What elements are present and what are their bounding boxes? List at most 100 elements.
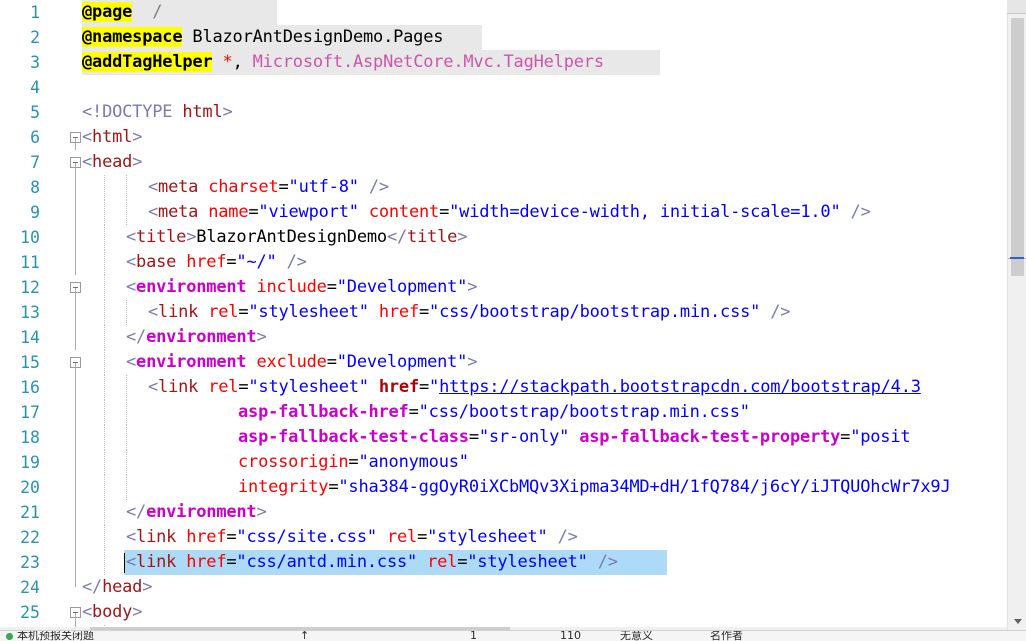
outlining-column[interactable] [68,350,82,375]
code-line[interactable]: 11 <base href="~/" /> [0,250,1007,275]
code-line[interactable]: 24 </head> [0,575,1007,600]
code-token: base [136,252,187,272]
code-line[interactable]: 17 asp-fallback-href="css/bootstrap/boots… [0,400,1007,425]
outlining-column[interactable] [68,125,82,150]
line-number: 3 [30,53,40,72]
outlining-column[interactable] [68,300,82,325]
code-line[interactable]: 18 asp-fallback-test-class="sr-only" asp-… [0,425,1007,450]
code-line[interactable]: 25 <body> [0,600,1007,625]
scroll-down-button[interactable] [1008,613,1026,630]
outlining-column[interactable] [68,25,82,50]
code-line[interactable]: 15 <environment exclude="Development"> [0,350,1007,375]
code-token: https://stackpath.bootstrapcdn.com/boots… [439,377,921,397]
code-text[interactable]: <meta charset="utf-8" /> [148,175,389,200]
code-text[interactable]: <html> [82,125,142,150]
code-line[interactable]: 16 <link rel="stylesheet" href="https://s… [0,375,1007,400]
outlining-column[interactable] [68,500,82,525]
code-line[interactable]: 20 integrity="sha384-ggOyR0iXCbMQv3Xipma3… [0,475,1007,500]
code-token: "css/antd.min.css" [236,552,418,572]
code-line[interactable]: 1 @page / [0,0,1007,25]
code-text[interactable]: <link rel="stylesheet" href="https://sta… [148,375,921,400]
outlining-column[interactable] [68,275,82,300]
code-line[interactable]: 2 @namespace BlazorAntDesignDemo.Pages [0,25,1007,50]
code-line[interactable]: 3 @addTagHelper *, Microsoft.AspNetCore.M… [0,50,1007,75]
outlining-column[interactable] [68,375,82,400]
code-text[interactable]: </environment> [126,500,267,525]
outlining-column[interactable] [68,575,82,600]
code-text[interactable]: @page / [82,0,163,25]
code-line[interactable]: 10 <title>BlazorAntDesignDemo</title> [0,225,1007,250]
outlining-column[interactable] [68,175,82,200]
line-number: 17 [20,403,40,422]
code-token: = [348,452,359,472]
vertical-scrollbar[interactable] [1007,0,1026,641]
code-text[interactable]: integrity="sha384-ggOyR0iXCbMQv3Xipma34M… [238,475,951,500]
code-text[interactable]: <link rel="stylesheet" href="css/bootstr… [148,300,791,325]
code-text[interactable]: </head> [82,575,152,600]
outlining-column[interactable] [68,50,82,75]
outlining-column[interactable] [68,225,82,250]
code-line[interactable]: 21 </environment> [0,500,1007,525]
code-text[interactable]: <head> [82,150,142,175]
code-line[interactable]: 8 <meta charset="utf-8" /> [0,175,1007,200]
outlining-column[interactable] [68,475,82,500]
code-token: asp-fallback-test-class [238,427,469,447]
outlining-column[interactable] [68,250,82,275]
code-text[interactable]: <environment include="Development"> [126,275,477,300]
outlining-column[interactable] [68,150,82,175]
outlining-column[interactable] [68,200,82,225]
code-text[interactable]: @namespace BlazorAntDesignDemo.Pages [82,25,443,50]
line-number: 21 [20,503,40,522]
outlining-column[interactable] [68,75,82,100]
editor-split-handle[interactable] [1007,0,1026,14]
code-token: /> [557,527,578,547]
outlining-column[interactable] [68,425,82,450]
code-token: meta [158,202,209,222]
line-number: 2 [30,28,40,47]
code-text[interactable]: @addTagHelper *, Microsoft.AspNetCore.Mv… [82,50,604,75]
outlining-column[interactable] [68,0,82,25]
code-line[interactable]: 4 [0,75,1007,100]
status-item-3: 110 [560,630,581,641]
code-text[interactable]: </environment> [126,325,267,350]
code-line[interactable]: 7 <head> [0,150,1007,175]
code-text[interactable]: <meta name="viewport" content="width=dev… [148,200,871,225]
outlining-column[interactable] [68,525,82,550]
code-text[interactable]: asp-fallback-test-class="sr-only" asp-fa… [238,425,911,450]
outlining-column[interactable] [68,325,82,350]
code-token: rel [386,527,418,547]
code-line[interactable]: 13 <link rel="stylesheet" href="css/boots… [0,300,1007,325]
code-text[interactable]: <title>BlazorAntDesignDemo</title> [126,225,467,250]
code-line[interactable]: 22 <link href="css/site.css" rel="stylesh… [0,525,1007,550]
code-line[interactable]: 6 <html> [0,125,1007,150]
code-token: > [142,577,153,597]
code-text[interactable]: <environment exclude="Development"> [126,350,477,375]
code-text[interactable]: <base href="~/" /> [126,250,307,275]
outlining-column[interactable] [68,550,82,575]
code-text[interactable]: <!DOCTYPE html> [82,100,233,125]
status-item-4: 无意义 [620,630,653,641]
code-line[interactable]: 5 <!DOCTYPE html> [0,100,1007,125]
code-line[interactable]: 14 </environment> [0,325,1007,350]
vertical-scrollbar-thumb[interactable] [1011,18,1024,276]
code-text[interactable]: <link href="css/site.css" rel="styleshee… [126,525,578,550]
status-item-5: 名作者 [710,630,743,641]
code-line[interactable]: 12 <environment include="Development"> [0,275,1007,300]
code-text[interactable]: crossorigin="anonymous" [238,450,469,475]
outlining-column[interactable] [68,400,82,425]
code-line[interactable]: 19 crossorigin="anonymous" [0,450,1007,475]
code-text[interactable]: <link href="css/antd.min.css" rel="style… [126,550,618,575]
outlining-column[interactable] [68,600,82,625]
code-token: , [232,52,253,72]
code-text[interactable]: asp-fallback-href="css/bootstrap/bootstr… [238,400,750,425]
indent-guide [104,525,105,550]
code-editor-surface[interactable]: 1 @page / 2 @namespace BlazorAntDesignDemo.… [0,0,1007,641]
code-line[interactable]: 9 <meta name="viewport" content="width=de… [0,200,1007,225]
code-token: integrity [238,477,329,497]
code-line[interactable]: 23 <link href="css/antd.min.css" rel="sty… [0,550,1007,575]
outlining-column[interactable] [68,450,82,475]
code-text[interactable]: <body> [82,600,142,625]
outlining-column[interactable] [68,100,82,125]
line-number: 19 [20,453,40,472]
editor-window: 1 @page / 2 @namespace BlazorAntDesignDemo.… [0,0,1026,641]
